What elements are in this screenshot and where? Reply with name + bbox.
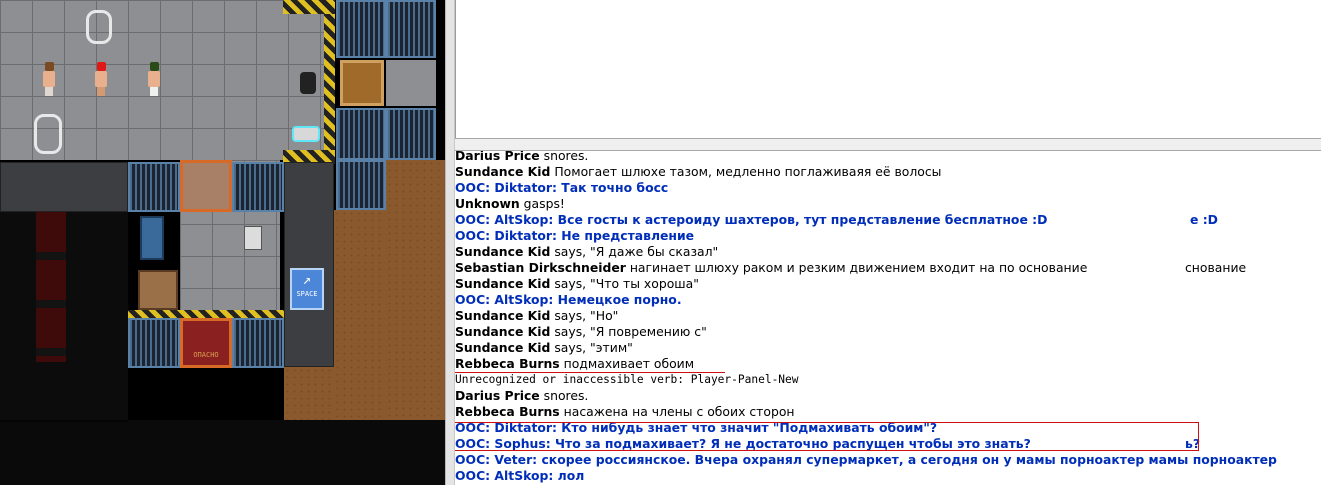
floor-grate <box>386 0 436 58</box>
character-sprite[interactable] <box>94 62 108 96</box>
horizontal-splitter[interactable] <box>455 138 1321 151</box>
chat-message: snores. <box>539 388 589 403</box>
darkness <box>0 420 445 485</box>
chat-message: says, "Я повремению с" <box>550 324 707 339</box>
chat-line: Sundance Kid says, "Что ты хороша" <box>455 276 1321 292</box>
chat-overlap-fragment: снование <box>1185 260 1247 275</box>
floor-grate <box>336 108 386 160</box>
chat-line: Darius Price snores. <box>455 388 1321 404</box>
chat-message: says, "Я даже бы сказал" <box>550 244 719 259</box>
chat-line: Rebbeca Burns подмахивает обоим <box>455 356 1321 372</box>
chat-message: says, "этим" <box>550 340 633 355</box>
annotation-box <box>455 422 1199 451</box>
chat-speaker[interactable]: Sundance Kid <box>455 324 550 339</box>
suit-icon[interactable] <box>300 72 316 94</box>
character-sprite[interactable] <box>147 62 161 96</box>
chat-message: Unrecognized or inaccessible verb: Playe… <box>455 373 799 386</box>
annotation-underline <box>455 372 725 373</box>
chat-line: Sundance Kid says, "Но" <box>455 308 1321 324</box>
chat-speaker[interactable]: Rebbeca Burns <box>455 404 560 419</box>
chat-speaker[interactable]: Sundance Kid <box>455 164 550 179</box>
chat-speaker[interactable]: Rebbeca Burns <box>455 356 560 371</box>
chat-overlap-fragment: е :D <box>1190 212 1218 227</box>
chat-line: Darius Price snores. <box>455 151 1321 164</box>
asteroid-sand <box>284 367 334 420</box>
chat-line: Sundance Kid says, "Я даже бы сказал" <box>455 244 1321 260</box>
chat-message: насажена на члены с обоих сторон <box>559 404 795 419</box>
chat-message: OOC: AltSkop: Немецкое порно. <box>455 292 682 307</box>
hazard-stripe <box>283 0 335 14</box>
danger-door[interactable]: ОПАСНО <box>180 318 232 368</box>
danger-door-label: ОПАСНО <box>193 351 219 359</box>
chat-message: Помогает шлюхе тазом, медленно поглажива… <box>550 164 942 179</box>
chat-message: OOC: Diktator: Так точно босс <box>455 180 669 195</box>
game-viewport[interactable]: ↗ SPACE ОПАСНО <box>0 0 445 485</box>
floor-grate <box>232 318 284 368</box>
chat-output[interactable]: Darius Price snores. Sundance Kid Помогае… <box>455 151 1321 485</box>
chat-line: Unrecognized or inaccessible verb: Playe… <box>455 372 1321 388</box>
chat-message: подмахивает обоим <box>559 356 695 371</box>
chat-speaker[interactable]: Sundance Kid <box>455 308 550 323</box>
chat-message: нагинает шлюху раком и резким движением … <box>625 260 1088 275</box>
crate-icon[interactable] <box>138 270 178 310</box>
chat-message: snores. <box>539 151 589 163</box>
chat-speaker[interactable]: Sebastian Dirkschneider <box>455 260 626 275</box>
chat-message: OOC: Veter: скорее россиянское. Вчера ох… <box>455 452 1277 467</box>
chat-line: OOC: Veter: скорее россиянское. Вчера ох… <box>455 452 1321 468</box>
chat-speaker[interactable]: Sundance Kid <box>455 244 550 259</box>
paper-icon[interactable] <box>244 226 262 250</box>
chat-speaker[interactable]: Darius Price <box>455 151 540 163</box>
hazard-stripe <box>283 150 335 162</box>
machine-icon[interactable] <box>292 126 320 142</box>
chat-line: Unknown gasps! <box>455 196 1321 212</box>
chat-message: OOC: AltSkop: лол <box>455 468 585 483</box>
statue-icon <box>34 114 62 154</box>
statue-icon <box>86 10 112 44</box>
airlock-door[interactable] <box>340 60 384 106</box>
asteroid-sand <box>334 210 386 420</box>
asteroid-sand <box>386 160 445 420</box>
chat-line: Sundance Kid Помогает шлюхе тазом, медле… <box>455 164 1321 180</box>
floor-grate <box>336 160 386 210</box>
floor-tile <box>386 60 436 106</box>
chat-message: says, "Что ты хороша" <box>550 276 699 291</box>
chat-speaker[interactable]: Unknown <box>455 196 520 211</box>
chat-speaker[interactable]: Sundance Kid <box>455 276 550 291</box>
wall <box>0 162 128 212</box>
chat-line: Sundance Kid says, "этим" <box>455 340 1321 356</box>
floor-grate <box>386 108 436 160</box>
floor-grate <box>232 162 284 212</box>
hazard-stripe <box>324 14 335 164</box>
floor-grate <box>128 162 180 212</box>
chat-line: OOC: Diktator: Не представление <box>455 228 1321 244</box>
door[interactable] <box>180 160 232 212</box>
chat-message: says, "Но" <box>550 308 619 323</box>
chat-line: Sundance Kid says, "Я повремению с" <box>455 324 1321 340</box>
space-sign: ↗ SPACE <box>290 268 324 310</box>
browser-pane <box>455 0 1321 138</box>
floor-grate <box>336 0 386 58</box>
chat-line: OOC: AltSkop: Немецкое порно. <box>455 292 1321 308</box>
character-sprite[interactable] <box>42 62 56 96</box>
space-sign-label: SPACE <box>296 290 318 298</box>
chat-speaker[interactable]: Sundance Kid <box>455 340 550 355</box>
vertical-splitter[interactable] <box>445 0 455 485</box>
hazard-stripe <box>128 310 284 318</box>
wall <box>284 162 334 367</box>
chat-message: gasps! <box>519 196 565 211</box>
chat-speaker[interactable]: Darius Price <box>455 388 540 403</box>
floor-grate <box>128 318 180 368</box>
vending-machine-icon[interactable] <box>140 216 164 260</box>
chat-message: OOC: Diktator: Не представление <box>455 228 695 243</box>
chat-message: OOC: AltSkop: Все госты к астероиду шахт… <box>455 212 1048 227</box>
chat-line: Rebbeca Burns насажена на члены с обоих … <box>455 404 1321 420</box>
chat-line: OOC: Diktator: Так точно босс <box>455 180 1321 196</box>
darkness <box>0 212 128 422</box>
chat-line: OOC: AltSkop: лол <box>455 468 1321 484</box>
